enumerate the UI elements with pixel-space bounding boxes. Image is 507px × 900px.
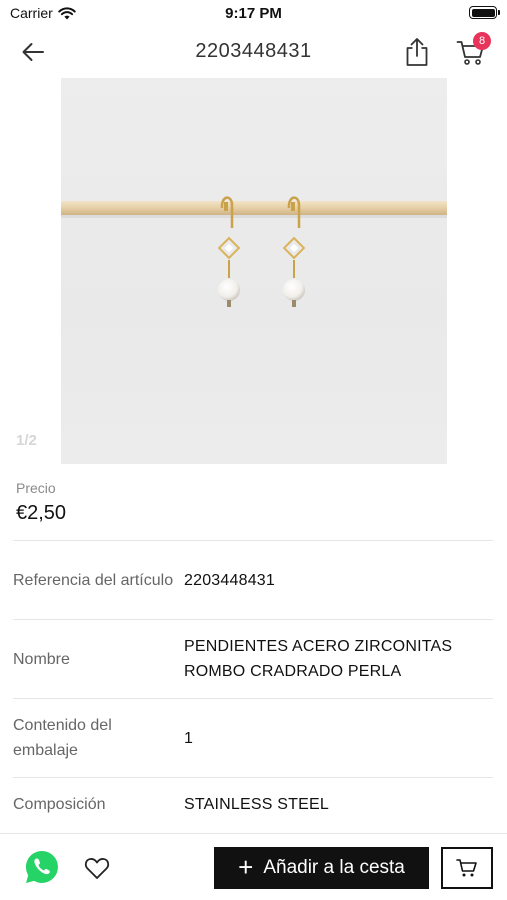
earrings-photo — [61, 196, 447, 307]
detail-label: Nombre — [13, 650, 70, 668]
price-value: €2,50 — [16, 502, 67, 524]
detail-row-composition: Composición STAINLESS STEEL — [13, 777, 493, 831]
page-title: 2203448431 — [195, 40, 312, 62]
detail-label: Contenido del embalaje — [13, 717, 112, 759]
price-label: Precio — [16, 480, 56, 496]
back-button[interactable] — [18, 38, 48, 66]
heart-icon — [84, 858, 110, 879]
detail-value: STAINLESS STEEL — [184, 796, 329, 813]
status-time: 9:17 PM — [225, 5, 282, 22]
status-bar: Carrier 9:17 PM — [0, 0, 507, 28]
detail-row-reference: Referencia del artículo 2203448431 — [13, 540, 493, 619]
detail-value: 2203448431 — [184, 571, 275, 589]
cart-outline-icon — [456, 859, 477, 877]
quick-cart-button[interactable] — [441, 847, 493, 889]
cart-button[interactable]: 8 — [453, 32, 491, 68]
detail-row-name: Nombre PENDIENTES ACERO ZIRCONITAS ROMBO… — [13, 619, 493, 698]
whatsapp-button[interactable] — [24, 849, 60, 885]
navigation-bar: 2203448431 8 — [0, 28, 507, 76]
price-section: Precio €2,50 — [16, 480, 66, 525]
back-arrow-icon — [22, 43, 44, 61]
battery-level — [471, 8, 495, 17]
cart-count-badge: 8 — [473, 32, 491, 50]
share-icon — [406, 38, 428, 66]
product-details-table: Referencia del artículo 2203448431 Nombr… — [13, 540, 493, 831]
bottom-action-bar: + Añadir a la cesta — [0, 833, 507, 900]
detail-value: PENDIENTES ACERO ZIRCONITAS ROMBO CRADRA… — [184, 638, 453, 680]
plus-icon: + — [238, 851, 254, 882]
detail-row-package-contents: Contenido del embalaje 1 — [13, 698, 493, 777]
add-to-cart-button[interactable]: + Añadir a la cesta — [214, 847, 429, 889]
favorite-button[interactable] — [83, 854, 111, 882]
product-image[interactable] — [61, 78, 447, 464]
whatsapp-icon — [25, 850, 58, 883]
battery-icon — [469, 6, 500, 19]
share-button[interactable] — [401, 36, 433, 68]
battery-tip — [498, 10, 500, 15]
detail-label: Composición — [13, 796, 106, 813]
detail-value: 1 — [184, 729, 194, 747]
image-page-counter: 1/2 — [16, 432, 37, 449]
detail-label: Referencia del artículo — [13, 571, 174, 589]
add-to-cart-label: Añadir a la cesta — [263, 857, 405, 878]
